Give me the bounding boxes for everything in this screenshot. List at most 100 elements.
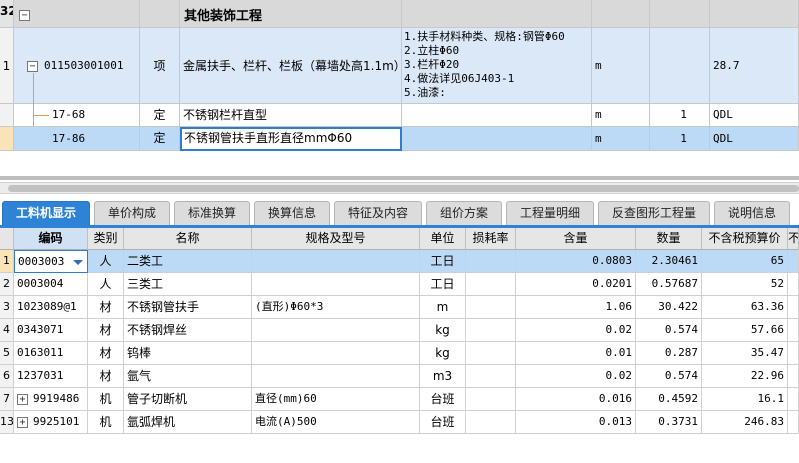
row-unit[interactable]: m — [592, 104, 650, 127]
cell-code[interactable]: +9919486 — [14, 388, 88, 411]
header-unit[interactable]: 单位 — [420, 228, 466, 250]
cell-name[interactable]: 氩气 — [124, 365, 252, 388]
cell-name[interactable]: 氩弧焊机 — [124, 411, 252, 434]
row-qty[interactable]: 1 — [650, 104, 710, 127]
cell-code[interactable]: 0003004 — [14, 273, 88, 296]
header-next-col[interactable]: 不 — [788, 228, 799, 250]
header-quantity[interactable]: 数量 — [636, 228, 702, 250]
cell-next[interactable] — [788, 411, 799, 434]
cell-price[interactable]: 57.66 — [702, 319, 788, 342]
cell-price[interactable]: 16.1 — [702, 388, 788, 411]
cell-next[interactable] — [788, 319, 799, 342]
cell-category[interactable]: 机 — [88, 411, 124, 434]
cell-price[interactable]: 52 — [702, 273, 788, 296]
cell-price[interactable]: 22.96 — [702, 365, 788, 388]
row-name[interactable]: 不锈钢栏杆直型 — [180, 104, 402, 127]
header-code[interactable]: 编码 — [14, 228, 88, 250]
cell-spec[interactable] — [252, 273, 420, 296]
cell-content[interactable]: 0.013 — [516, 411, 636, 434]
cell-price[interactable]: 246.83 — [702, 411, 788, 434]
cell-name[interactable]: 钨棒 — [124, 342, 252, 365]
cell-code[interactable]: 0343071 — [14, 319, 88, 342]
cell-quantity[interactable]: 0.57687 — [636, 273, 702, 296]
cell-loss-rate[interactable] — [466, 250, 516, 273]
tab-quantity-detail[interactable]: 工程量明细 — [506, 201, 594, 225]
row-qty[interactable]: 1 — [650, 127, 710, 151]
cell-unit[interactable]: m — [420, 296, 466, 319]
tab-standard-conversion[interactable]: 标准换算 — [174, 201, 250, 225]
cell-quantity[interactable]: 30.422 — [636, 296, 702, 319]
header-category[interactable]: 类别 — [88, 228, 124, 250]
cell-name[interactable]: 管子切断机 — [124, 388, 252, 411]
tab-features[interactable]: 特征及内容 — [334, 201, 422, 225]
cell-content[interactable]: 0.01 — [516, 342, 636, 365]
cell-quantity[interactable]: 2.30461 — [636, 250, 702, 273]
cell-code[interactable]: 1237031 — [14, 365, 88, 388]
cell-spec[interactable]: 直径(mm)60 — [252, 388, 420, 411]
cell-next[interactable] — [788, 273, 799, 296]
cell-quantity[interactable]: 0.3731 — [636, 411, 702, 434]
cell-category[interactable]: 材 — [88, 319, 124, 342]
row-name[interactable]: 金属扶手、栏杆、栏板（幕墙处高1.1m） — [180, 28, 402, 104]
cell-loss-rate[interactable] — [466, 296, 516, 319]
cell-content[interactable]: 0.016 — [516, 388, 636, 411]
cell-unit[interactable]: 台班 — [420, 388, 466, 411]
row-qty2[interactable]: QDL — [710, 104, 799, 127]
cell-spec[interactable]: (直形)Φ60*3 — [252, 296, 420, 319]
cell-next[interactable] — [788, 342, 799, 365]
cell-unit[interactable]: 工日 — [420, 273, 466, 296]
cell-price[interactable]: 63.36 — [702, 296, 788, 319]
cell-spec[interactable] — [252, 319, 420, 342]
plus-box-icon[interactable]: + — [17, 394, 28, 405]
tab-description[interactable]: 说明信息 — [714, 201, 790, 225]
cell-content[interactable]: 0.02 — [516, 365, 636, 388]
tab-reverse-graphic-quantity[interactable]: 反查图形工程量 — [598, 201, 710, 225]
cell-quantity[interactable]: 0.574 — [636, 365, 702, 388]
cell-unit[interactable]: 工日 — [420, 250, 466, 273]
tab-conversion-info[interactable]: 换算信息 — [254, 201, 330, 225]
cell-price[interactable]: 65 — [702, 250, 788, 273]
cell-unit[interactable]: m3 — [420, 365, 466, 388]
cell-loss-rate[interactable] — [466, 273, 516, 296]
row-unit[interactable]: m — [592, 28, 650, 104]
cell-name[interactable]: 不锈钢焊丝 — [124, 319, 252, 342]
cell-spec[interactable] — [252, 342, 420, 365]
cell-name[interactable]: 三类工 — [124, 273, 252, 296]
cell-category[interactable]: 材 — [88, 342, 124, 365]
dropdown-arrow-icon[interactable] — [73, 260, 83, 265]
tab-unit-price[interactable]: 单价构成 — [94, 201, 170, 225]
header-spec[interactable]: 规格及型号 — [252, 228, 420, 250]
cell-loss-rate[interactable] — [466, 388, 516, 411]
cell-price[interactable]: 35.47 — [702, 342, 788, 365]
minus-box-icon[interactable]: − — [27, 61, 38, 72]
cell-content[interactable]: 0.0201 — [516, 273, 636, 296]
cell-content[interactable]: 0.0803 — [516, 250, 636, 273]
cell-quantity[interactable]: 0.287 — [636, 342, 702, 365]
tab-pricing-scheme[interactable]: 组价方案 — [426, 201, 502, 225]
cell-category[interactable]: 人 — [88, 273, 124, 296]
row-code[interactable]: 17-86 — [14, 127, 140, 151]
cell-category[interactable]: 人 — [88, 250, 124, 273]
cell-content[interactable]: 1.06 — [516, 296, 636, 319]
cell-unit[interactable]: 台班 — [420, 411, 466, 434]
row-spec[interactable] — [402, 127, 592, 151]
cell-next[interactable] — [788, 365, 799, 388]
cell-code[interactable]: 0163011 — [14, 342, 88, 365]
header-loss-rate[interactable]: 损耗率 — [466, 228, 516, 250]
scrollbar-thumb[interactable] — [8, 185, 799, 192]
row-name-edit-input[interactable]: 不锈钢管扶手直形直径mmΦ60 — [180, 127, 402, 151]
tab-material-machine[interactable]: 工料机显示 — [2, 201, 90, 225]
cell-code[interactable]: 0003003 — [14, 250, 88, 273]
plus-box-icon[interactable]: + — [17, 417, 28, 428]
header-content[interactable]: 含量 — [516, 228, 636, 250]
cell-quantity[interactable]: 0.4592 — [636, 388, 702, 411]
cell-spec[interactable] — [252, 365, 420, 388]
cell-loss-rate[interactable] — [466, 365, 516, 388]
row-qty[interactable] — [650, 28, 710, 104]
row-spec[interactable]: 1.扶手材料种类、规格:钢管Φ60 2.立柱Φ60 3.栏杆Φ20 4.做法详见… — [402, 28, 592, 104]
cell-category[interactable]: 材 — [88, 365, 124, 388]
cell-next[interactable] — [788, 250, 799, 273]
cell-code[interactable]: 1023089@1 — [14, 296, 88, 319]
row-spec[interactable] — [402, 104, 592, 127]
cell-quantity[interactable]: 0.574 — [636, 319, 702, 342]
